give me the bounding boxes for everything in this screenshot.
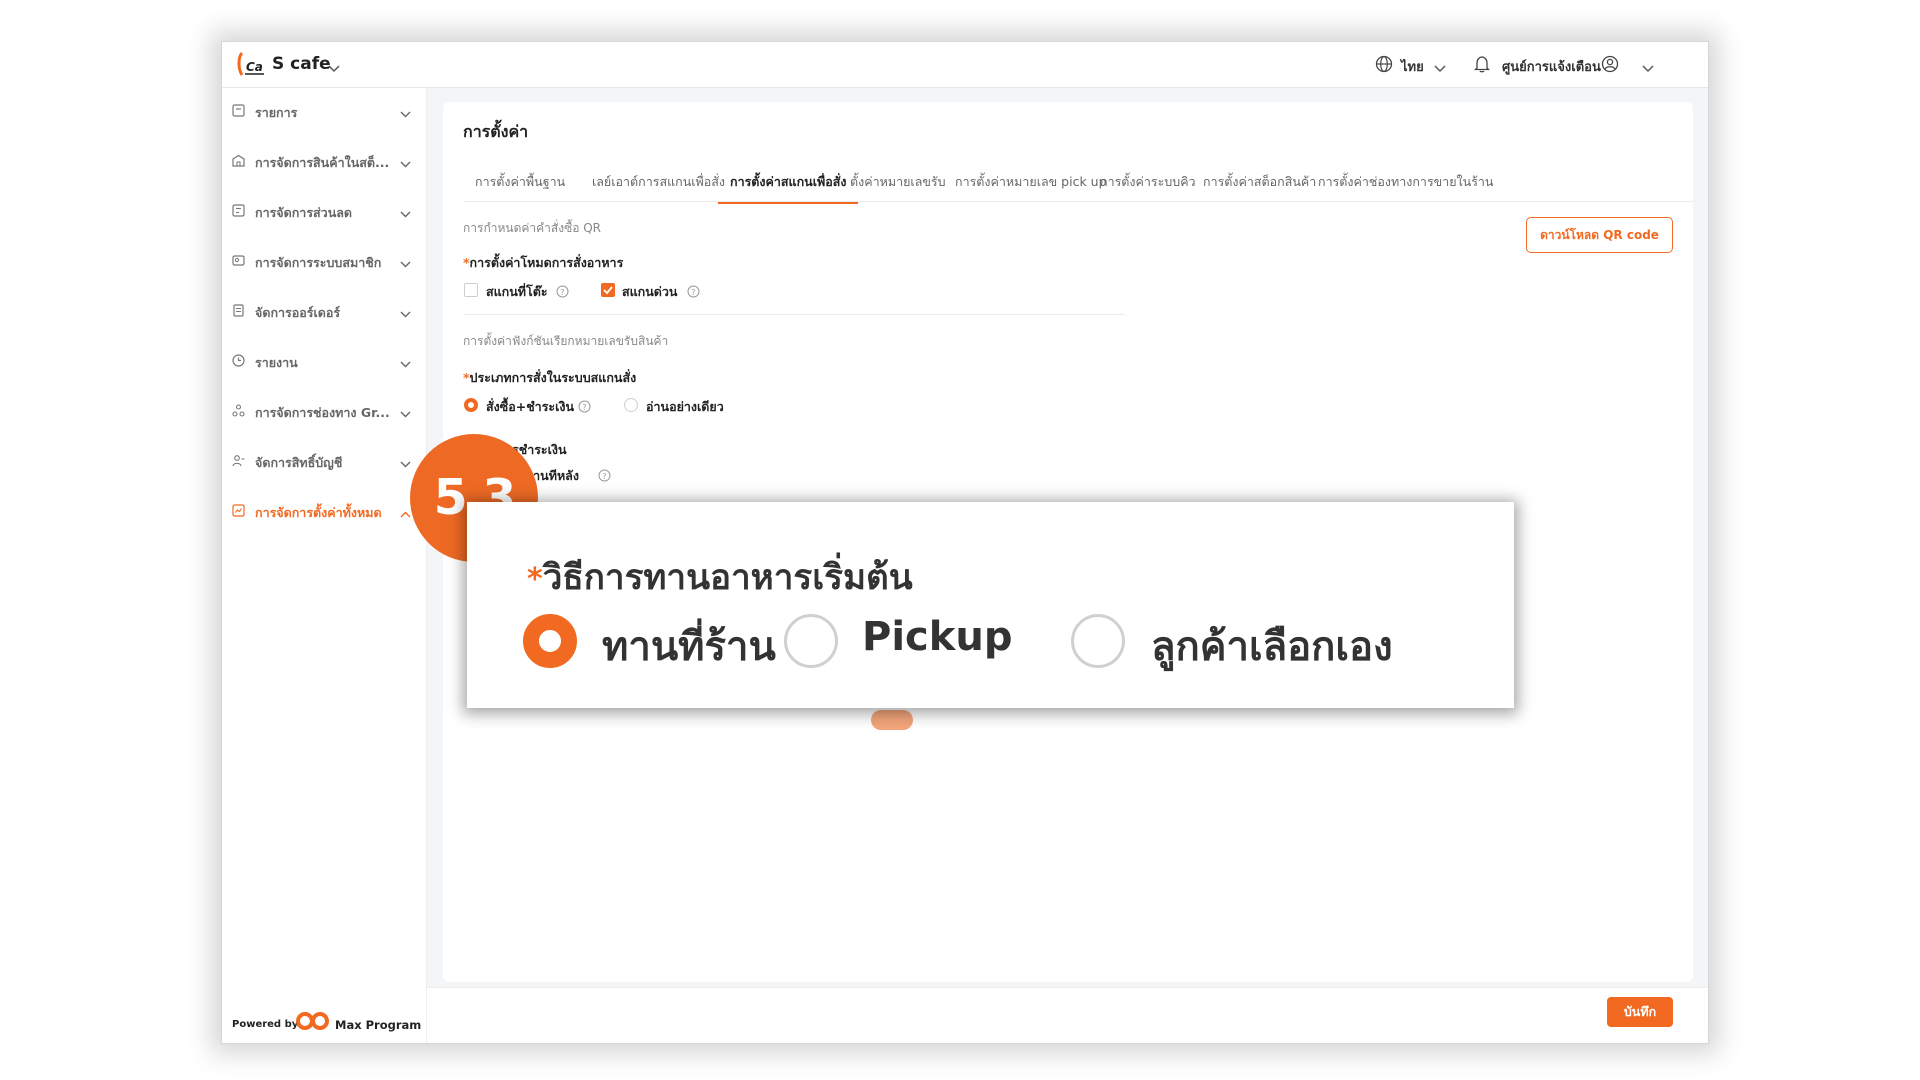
chevron-down-icon xyxy=(400,256,411,271)
top-bar: Ca S cafe ไทย ศูนย์การแจ้งเตือน xyxy=(222,42,1708,88)
tab-basic[interactable]: การตั้งค่าพื้นฐาน xyxy=(463,168,577,202)
chevron-down-icon xyxy=(400,406,411,421)
page-title: การตั้งค่า xyxy=(463,122,529,141)
option-pickup-label: Pickup xyxy=(862,614,1013,660)
tab-receive-number[interactable]: ตั้งค่าหมายเลขรับ xyxy=(838,168,958,202)
chevron-down-icon xyxy=(400,456,411,471)
chevron-down-icon xyxy=(400,356,411,371)
chevron-down-icon[interactable] xyxy=(1434,58,1446,77)
bottom-bar xyxy=(427,987,1708,1043)
help-icon[interactable]: ? xyxy=(687,283,700,302)
option-table-scan-label: สแกนที่โต๊ะ xyxy=(486,284,548,299)
channel-icon xyxy=(232,404,245,420)
bell-icon[interactable] xyxy=(1473,55,1491,77)
option-quick-scan-label: สแกนด่วน xyxy=(622,284,678,299)
store-icon xyxy=(232,154,245,170)
checkbox-table-scan[interactable] xyxy=(464,283,478,297)
member-icon xyxy=(232,254,245,270)
globe-icon[interactable] xyxy=(1375,55,1393,77)
sidebar-item-label: จัดการสิทธิ์บัญชี xyxy=(255,455,343,470)
sidebar-item-list[interactable]: รายการ xyxy=(222,91,426,131)
option-read-only-label: อ่านอย่างเดียว xyxy=(646,399,724,414)
chevron-down-icon xyxy=(400,306,411,321)
notification-center[interactable]: ศูนย์การแจ้งเตือน xyxy=(1502,56,1601,77)
sidebar-item-label: การจัดการช่องทาง Gr... xyxy=(255,405,390,420)
tab-queue[interactable]: การตั้งค่าระบบคิว xyxy=(1088,168,1208,202)
chevron-down-icon[interactable] xyxy=(328,58,340,77)
account-icon xyxy=(232,454,245,470)
settings-tabs: การตั้งค่าพื้นฐาน เลย์เอาต์การสแกนเพื่อส… xyxy=(463,168,1693,204)
toggle-switch[interactable] xyxy=(871,710,913,730)
sidebar-item-settings[interactable]: การจัดการตั้งค่าทั้งหมด xyxy=(222,491,426,531)
section-qr-config: การกำหนดค่าคำสั่งซื้อ QR xyxy=(463,221,602,235)
sidebar-item-label: การจัดการระบบสมาชิก xyxy=(255,255,382,270)
chevron-down-icon xyxy=(400,156,411,171)
chevron-down-icon xyxy=(400,206,411,221)
chevron-down-icon xyxy=(400,106,411,121)
discount-icon xyxy=(232,204,245,220)
download-qr-button[interactable]: ดาวน์โหลด QR code xyxy=(1526,217,1673,253)
sidebar-item-label: การจัดการส่วนลด xyxy=(255,205,353,220)
svg-text:?: ? xyxy=(602,472,606,481)
sidebar: รายการ การจัดการสินค้าในสต็... การจัดการ… xyxy=(222,88,427,1043)
powered-by-label: Powered by xyxy=(232,1019,299,1030)
sidebar-item-report[interactable]: รายงาน xyxy=(222,341,426,381)
chevron-down-icon[interactable] xyxy=(1642,58,1654,77)
sidebar-item-member[interactable]: การจัดการระบบสมาชิก xyxy=(222,241,426,281)
radio-read-only[interactable] xyxy=(624,398,638,412)
radio-dine-in[interactable] xyxy=(523,614,577,668)
option-customer-choice-label: ลูกค้าเลือกเอง xyxy=(1151,624,1393,670)
zoom-callout: *วิธีการทานอาหารเริ่มต้น ทานที่ร้าน Pick… xyxy=(467,502,1514,708)
sidebar-item-label: จัดการออร์เดอร์ xyxy=(255,305,341,320)
sidebar-item-orders[interactable]: จัดการออร์เดอร์ xyxy=(222,291,426,331)
list-icon xyxy=(232,104,245,120)
help-icon[interactable]: ? xyxy=(598,467,611,486)
save-button[interactable]: บันทึก xyxy=(1607,997,1673,1027)
radio-customer-choice[interactable] xyxy=(1071,614,1125,668)
chevron-up-icon xyxy=(400,506,411,521)
tab-sales-channel[interactable]: การตั้งค่าช่องทางการขายในร้าน xyxy=(1306,168,1505,202)
radio-pickup[interactable] xyxy=(784,614,838,668)
sidebar-item-label: รายการ xyxy=(255,105,298,120)
sidebar-item-discount[interactable]: การจัดการส่วนลด xyxy=(222,191,426,231)
max-program-logo-icon xyxy=(295,1011,333,1035)
order-icon xyxy=(232,304,245,320)
brand-name[interactable]: S cafe xyxy=(272,54,331,74)
order-type-label: *ประเภทการสั่งในระบบสแกนสั่ง xyxy=(463,370,637,385)
section-pickup-call: การตั้งค่าฟังก์ชันเรียกหมายเลขรับสินค้า xyxy=(463,334,669,348)
sidebar-item-stock[interactable]: การจัดการสินค้าในสต็... xyxy=(222,141,426,181)
dining-method-label: *วิธีการทานอาหารเริ่มต้น xyxy=(527,558,913,598)
sidebar-item-channel[interactable]: การจัดการช่องทาง Gr... xyxy=(222,391,426,431)
svg-text:Ca: Ca xyxy=(246,60,263,74)
svg-text:?: ? xyxy=(560,288,564,297)
option-order-and-pay-label: สั่งซื้อ+ชำระเงิน xyxy=(486,399,575,414)
scafe-logo-icon[interactable]: Ca xyxy=(236,51,266,81)
language-selector[interactable]: ไทย xyxy=(1401,56,1424,77)
option-dine-in-label: ทานที่ร้าน xyxy=(602,624,776,670)
sidebar-item-label: รายงาน xyxy=(255,355,298,370)
check-icon xyxy=(603,286,613,295)
mode-label: *การตั้งค่าโหมดการสั่งอาหาร xyxy=(463,255,624,270)
tabs-divider xyxy=(463,201,1693,202)
user-avatar-icon[interactable] xyxy=(1601,55,1619,77)
svg-text:?: ? xyxy=(691,288,695,297)
tab-layout[interactable]: เลย์เอาต์การสแกนเพื่อสั่ง xyxy=(580,168,737,202)
sidebar-item-label: การจัดการสินค้าในสต็... xyxy=(255,155,390,170)
report-icon xyxy=(232,354,245,370)
help-icon[interactable]: ? xyxy=(556,283,569,302)
section-divider xyxy=(463,314,1125,315)
sidebar-item-label: การจัดการตั้งค่าทั้งหมด xyxy=(255,505,382,520)
help-icon[interactable]: ? xyxy=(578,398,591,417)
settings-icon xyxy=(232,504,245,520)
radio-order-and-pay[interactable] xyxy=(464,398,478,412)
sidebar-item-account[interactable]: จัดการสิทธิ์บัญชี xyxy=(222,441,426,481)
svg-text:?: ? xyxy=(582,403,586,412)
checkbox-quick-scan[interactable] xyxy=(601,283,615,297)
max-program-label: Max Program xyxy=(335,1018,422,1032)
